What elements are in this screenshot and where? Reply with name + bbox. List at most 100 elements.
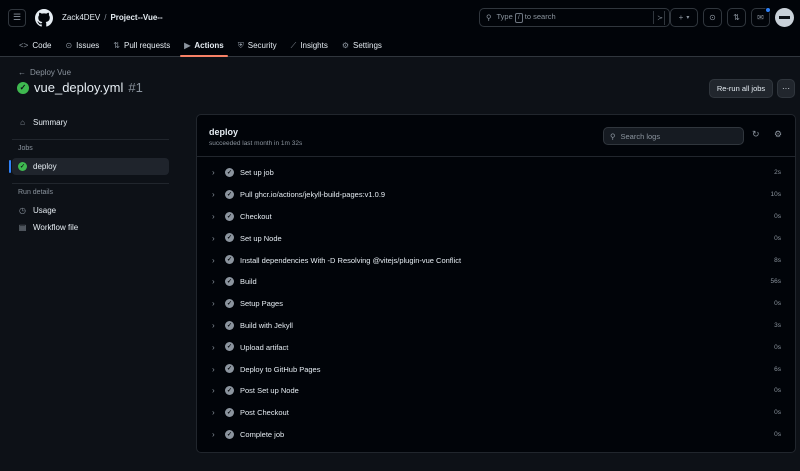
- chevron-right-icon[interactable]: ›: [212, 277, 215, 286]
- step-duration: 3s: [774, 321, 781, 329]
- job-log-panel: deploy succeeded last month in 1m 32s ⚲ …: [196, 114, 796, 453]
- tab-label: Pull requests: [124, 41, 171, 50]
- step-row[interactable]: › ✓ Deploy to GitHub Pages 6s: [197, 358, 795, 380]
- check-circle-icon: ✓: [225, 298, 234, 308]
- step-duration: 0s: [774, 212, 781, 220]
- check-circle-icon: ✓: [225, 233, 234, 243]
- search-placeholder: Type / to search: [496, 12, 556, 23]
- workflow-file-name: vue_deploy.yml: [34, 80, 124, 95]
- top-header: ☰ Zack4DEV / Project--Vue-- ⚲ Type / to …: [0, 0, 800, 35]
- step-row[interactable]: › ✓ Build with Jekyll 3s: [197, 315, 795, 337]
- check-circle-icon: ✓: [17, 81, 29, 94]
- step-name: Set up job: [240, 168, 274, 178]
- pull-requests-button[interactable]: ⇅: [727, 8, 746, 27]
- chevron-right-icon[interactable]: ›: [212, 234, 215, 243]
- job-status: succeeded last month in 1m 32s: [209, 140, 303, 147]
- tab-security[interactable]: ⛨ Security: [231, 35, 284, 56]
- home-icon: ⌂: [20, 118, 25, 127]
- step-duration: 10s: [770, 191, 781, 199]
- check-circle-icon: ✓: [225, 342, 234, 352]
- github-logo-icon[interactable]: [35, 8, 53, 27]
- chevron-right-icon[interactable]: ›: [212, 408, 215, 417]
- step-name: Complete job: [240, 429, 285, 439]
- step-duration: 0s: [774, 430, 781, 438]
- step-name: Build: [240, 277, 257, 287]
- avatar[interactable]: [775, 8, 794, 27]
- rerun-all-jobs-button[interactable]: Re-run all jobs: [709, 79, 773, 98]
- chevron-right-icon[interactable]: ›: [212, 321, 215, 330]
- hamburger-menu-button[interactable]: ☰: [8, 8, 26, 27]
- check-circle-icon: ✓: [225, 255, 234, 265]
- run-title: ✓ vue_deploy.yml #1: [17, 80, 143, 95]
- chevron-right-icon[interactable]: ›: [212, 430, 215, 439]
- owner-link[interactable]: Zack4DEV: [62, 13, 100, 22]
- check-circle-icon: ✓: [225, 276, 234, 286]
- git-pull-request-icon: ⇅: [733, 13, 740, 22]
- gear-icon[interactable]: ⚙: [774, 129, 782, 140]
- step-row[interactable]: › ✓ Pull ghcr.io/actions/jekyll-build-page…: [197, 184, 795, 206]
- check-circle-icon: ✓: [225, 320, 234, 330]
- check-circle-icon: ✓: [225, 364, 234, 374]
- tab-insights[interactable]: ⟋ Insights: [284, 35, 335, 56]
- chevron-right-icon[interactable]: ›: [212, 190, 215, 199]
- check-circle-icon: ✓: [225, 168, 234, 177]
- notifications-button[interactable]: ✉: [751, 7, 771, 27]
- step-row[interactable]: › ✓ Checkout 0s: [197, 206, 795, 228]
- unread-badge: [765, 7, 771, 13]
- sidebar-item-summary[interactable]: ⌂ Summary: [12, 114, 169, 131]
- git-pull-request-icon: ⇅: [113, 41, 120, 50]
- sidebar-item-label: Summary: [33, 118, 68, 127]
- issue-opened-icon: ⊙: [65, 41, 73, 50]
- create-new-button[interactable]: + ▾: [670, 8, 698, 27]
- step-name: Install dependencies With -D Resolving @…: [240, 255, 462, 265]
- sidebar-item-workflow-file[interactable]: ▤ Workflow file: [12, 219, 169, 236]
- chevron-right-icon[interactable]: ›: [212, 299, 215, 308]
- tab-issues[interactable]: ⊙ Issues: [58, 35, 106, 56]
- step-name: Post Checkout: [240, 408, 289, 418]
- back-label: Deploy Vue: [30, 68, 72, 77]
- global-search-input[interactable]: ⚲ Type / to search ≻: [479, 8, 670, 27]
- chevron-right-icon[interactable]: ›: [212, 256, 215, 265]
- step-row[interactable]: › ✓ Build 56s: [197, 271, 795, 293]
- step-duration: 0s: [774, 234, 781, 242]
- chevron-right-icon[interactable]: ›: [212, 386, 215, 395]
- step-name: Upload artifact: [240, 342, 289, 352]
- step-duration: 0s: [774, 300, 781, 308]
- search-logs-input[interactable]: ⚲ Search logs: [603, 127, 744, 145]
- issues-button[interactable]: ⊙: [703, 8, 722, 27]
- file-code-icon: ▤: [18, 223, 27, 232]
- step-row[interactable]: › ✓ Setup Pages 0s: [197, 293, 795, 315]
- step-duration: 0s: [774, 343, 781, 351]
- check-circle-icon: ✓: [225, 429, 234, 439]
- tab-settings[interactable]: ⚙ Settings: [335, 35, 389, 56]
- step-duration: 0s: [774, 387, 781, 395]
- chevron-right-icon[interactable]: ›: [212, 212, 215, 221]
- search-logs-placeholder: Search logs: [620, 131, 661, 141]
- play-icon: ▶: [184, 41, 191, 50]
- divider: [664, 10, 665, 25]
- sidebar-item-deploy[interactable]: ✓ deploy: [9, 158, 169, 175]
- back-to-workflow-link[interactable]: ← Deploy Vue: [18, 68, 71, 77]
- step-row[interactable]: › ✓ Set up job 2s: [197, 162, 795, 184]
- tab-pull-requests[interactable]: ⇅ Pull requests: [106, 35, 177, 56]
- sidebar-item-usage[interactable]: ◷ Usage: [12, 202, 169, 219]
- chevron-right-icon[interactable]: ›: [212, 343, 215, 352]
- step-name: Set up Node: [240, 233, 282, 243]
- step-row[interactable]: › ✓ Post Set up Node 0s: [197, 380, 795, 402]
- chevron-right-icon[interactable]: ›: [212, 365, 215, 374]
- step-row[interactable]: › ✓ Upload artifact 0s: [197, 336, 795, 358]
- step-row[interactable]: › ✓ Set up Node 0s: [197, 227, 795, 249]
- refresh-icon[interactable]: ↻: [752, 129, 760, 140]
- sidebar-item-label: Usage: [33, 206, 57, 215]
- more-options-button[interactable]: ···: [777, 79, 795, 98]
- repo-link[interactable]: Project--Vue--: [110, 13, 162, 22]
- code-icon: <>: [19, 41, 29, 50]
- repo-navigation: <> Code ⊙ Issues ⇅ Pull requests ▶ Actions ⛨…: [0, 35, 800, 57]
- tab-actions[interactable]: ▶ Actions: [177, 35, 231, 57]
- step-duration: 56s: [770, 278, 781, 286]
- chevron-right-icon[interactable]: ›: [212, 168, 215, 177]
- step-row[interactable]: › ✓ Post Checkout 0s: [197, 402, 795, 424]
- step-row[interactable]: › ✓ Install dependencies With -D Resolving…: [197, 249, 795, 271]
- step-row[interactable]: › ✓ Complete job 0s: [197, 424, 795, 446]
- tab-code[interactable]: <> Code: [12, 35, 58, 56]
